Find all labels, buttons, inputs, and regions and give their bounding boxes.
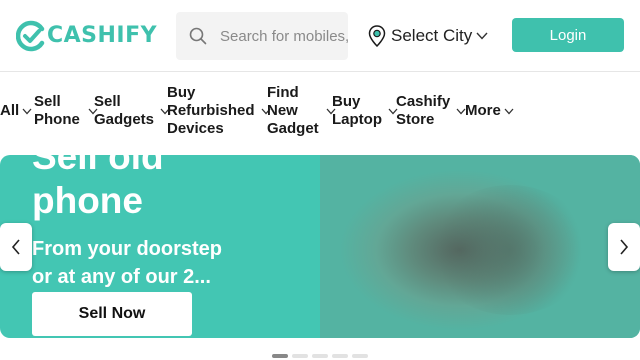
nav-item-label: Cashify Store — [396, 93, 451, 128]
nav-item-find-new-gadget[interactable]: Find New Gadget — [267, 84, 336, 138]
nav-item-sell-phone[interactable]: Sell Phone — [34, 93, 98, 129]
carousel-next-button[interactable] — [608, 223, 640, 271]
nav-item-label: Find New Gadget — [267, 84, 319, 137]
search-input[interactable] — [220, 27, 348, 45]
carousel-dot[interactable] — [292, 354, 308, 358]
nav-item-label: Buy Refurbished Devices — [167, 84, 255, 137]
nav-item-label: All — [0, 102, 20, 119]
login-button[interactable]: Login — [512, 18, 624, 52]
carousel-dot[interactable] — [272, 354, 288, 358]
search-bar[interactable] — [176, 12, 348, 60]
cashify-check-icon — [16, 20, 45, 52]
nav-item-more[interactable]: More — [465, 102, 514, 120]
brand-name: CASHIFY — [47, 23, 158, 48]
carousel-dot[interactable] — [332, 354, 348, 358]
carousel-dot[interactable] — [312, 354, 328, 358]
hero-image-blur — [430, 185, 590, 315]
nav-item-buy-refurbished[interactable]: Buy Refurbished Devices — [167, 84, 271, 138]
chevron-down-icon — [476, 32, 488, 40]
carousel-indicators — [272, 354, 368, 358]
category-nav: All Sell Phone Sell Gadgets Buy Refurbis… — [0, 73, 640, 155]
city-selector[interactable]: Select City — [368, 22, 488, 50]
chevron-left-icon — [11, 239, 20, 255]
hero-banner[interactable]: Sell old phone From your doorstep or at … — [0, 155, 640, 338]
chevron-down-icon — [504, 108, 514, 114]
sell-now-button[interactable]: Sell Now — [32, 292, 192, 336]
nav-item-sell-gadgets[interactable]: Sell Gadgets — [94, 93, 170, 129]
hero-subtitle: From your doorstep or at any of our 2... — [32, 238, 223, 288]
nav-item-label: Sell Phone — [34, 93, 80, 128]
city-label: Select City — [391, 26, 473, 45]
search-icon — [189, 27, 207, 45]
nav-item-cashify-store[interactable]: Cashify Store — [396, 93, 466, 129]
brand-logo[interactable]: CASHIFY — [16, 20, 157, 52]
nav-item-label: Sell Gadgets — [94, 93, 155, 128]
carousel-prev-button[interactable] — [0, 223, 32, 271]
nav-item-label: Buy Laptop — [332, 93, 382, 128]
chevron-right-icon — [620, 239, 629, 255]
chevron-down-icon — [22, 108, 32, 114]
nav-item-buy-laptop[interactable]: Buy Laptop — [332, 93, 398, 129]
header: CASHIFY Select City Login — [0, 0, 640, 72]
nav-item-label: More — [465, 102, 501, 119]
carousel-dot[interactable] — [352, 354, 368, 358]
hero-title: Sell old phone — [32, 155, 164, 221]
location-pin-icon — [368, 25, 386, 47]
nav-item-all[interactable]: All — [0, 102, 32, 120]
